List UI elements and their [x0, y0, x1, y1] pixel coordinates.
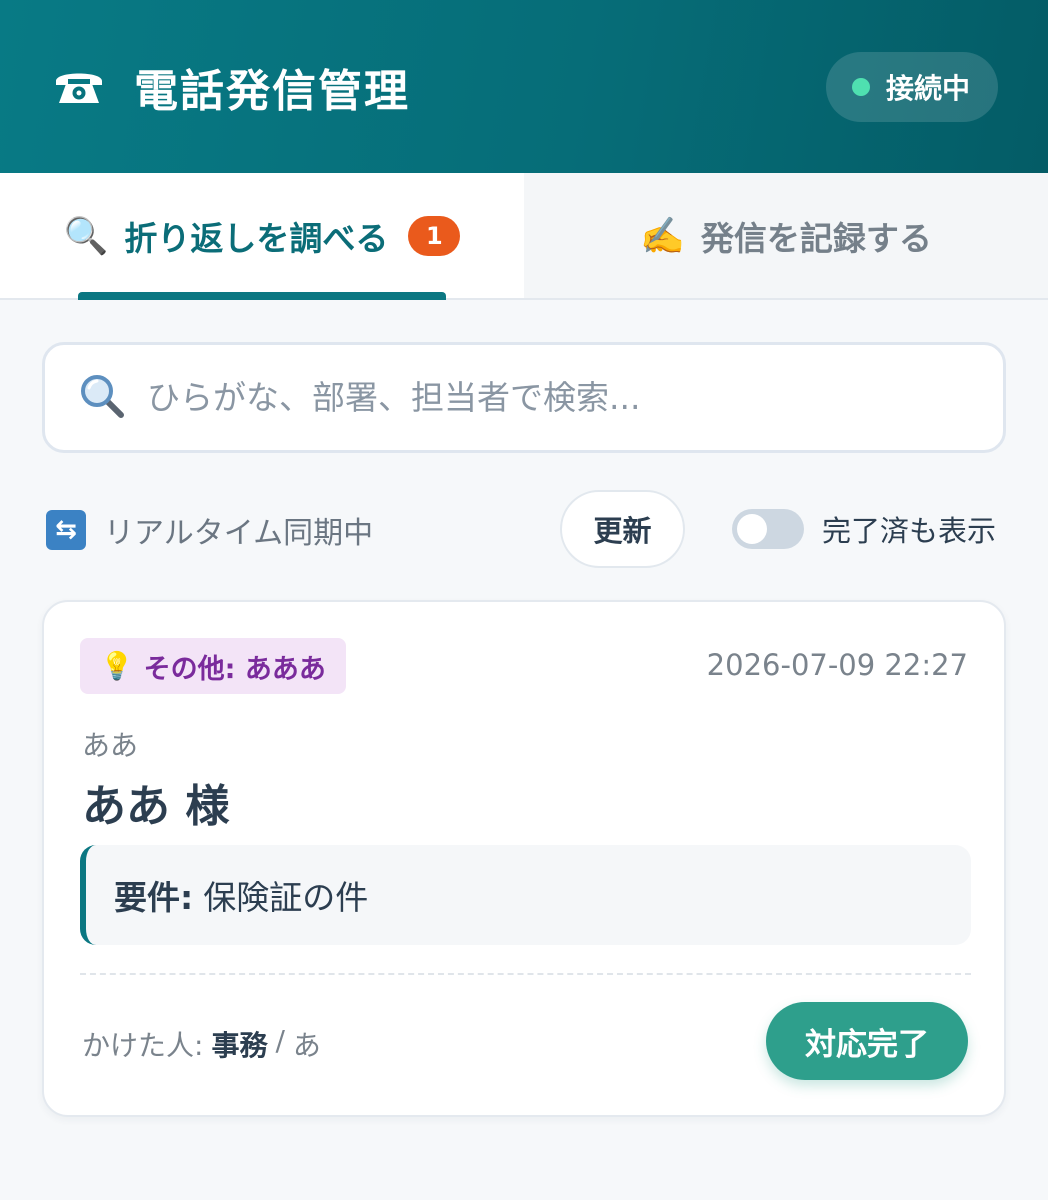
- caller-label: かけた人:: [82, 1029, 204, 1062]
- show-completed-toggle[interactable]: [732, 509, 804, 549]
- writing-hand-icon: ✍️: [640, 215, 685, 257]
- lightbulb-icon: 💡: [100, 651, 134, 682]
- category-tag: 💡 その他: あああ: [80, 638, 346, 694]
- search-icon: [79, 373, 125, 423]
- card-timestamp: 2026-07-09 22:27: [706, 648, 968, 682]
- mark-done-button[interactable]: 対応完了: [766, 1002, 968, 1080]
- caller-info: かけた人: 事務 / あ: [82, 1024, 321, 1064]
- telephone-icon: [52, 65, 108, 109]
- controls-row: ⇆ リアルタイム同期中 更新 完了済も表示: [46, 490, 1006, 570]
- status-dot-icon: [851, 77, 870, 96]
- search-input[interactable]: [147, 378, 1003, 417]
- show-completed-label: 完了済も表示: [822, 514, 997, 548]
- pending-count-badge: 1: [408, 215, 461, 256]
- app-header: 電話発信管理 接続中: [0, 0, 1048, 173]
- sync-arrows-icon: ⇆: [46, 510, 86, 550]
- connection-status-label: 接続中: [885, 71, 970, 105]
- tab-bar: 🔍 折り返しを調べる 1 ✍️ 発信を記録する: [0, 173, 1048, 300]
- category-label: その他: あああ: [143, 653, 326, 685]
- toggle-knob: [737, 514, 767, 544]
- subject-text: 保険証の件: [203, 878, 369, 917]
- subject-box: 要件: 保険証の件: [80, 845, 971, 945]
- refresh-button[interactable]: 更新: [560, 490, 685, 568]
- tab-record-call-label: 発信を記録する: [700, 218, 932, 258]
- subject-label: 要件:: [114, 878, 194, 917]
- brand: 電話発信管理: [52, 55, 410, 119]
- tab-callback-search[interactable]: 🔍 折り返しを調べる 1: [0, 173, 524, 300]
- caller-department: 事務: [211, 1029, 268, 1062]
- tab-record-call[interactable]: ✍️ 発信を記録する: [524, 173, 1048, 298]
- connection-status-badge: 接続中: [825, 51, 998, 122]
- caller-separator: /: [275, 1024, 285, 1057]
- app-title: 電話発信管理: [134, 65, 410, 117]
- search-box: [42, 342, 1006, 453]
- customer-name: ああ 様: [82, 781, 230, 832]
- sync-status-label: リアルタイム同期中: [104, 516, 374, 551]
- show-completed-toggle-wrap: 完了済も表示: [732, 490, 996, 568]
- tab-callback-search-label: 折り返しを調べる: [124, 218, 389, 258]
- card-divider: [80, 973, 971, 975]
- magnifier-icon: 🔍: [63, 215, 109, 257]
- customer-kana: ああ: [82, 729, 139, 762]
- caller-name: あ: [292, 1029, 321, 1062]
- callback-card: 💡 その他: あああ 2026-07-09 22:27 ああ ああ 様 要件: …: [42, 600, 1006, 1117]
- sync-status: ⇆ リアルタイム同期中: [46, 508, 373, 552]
